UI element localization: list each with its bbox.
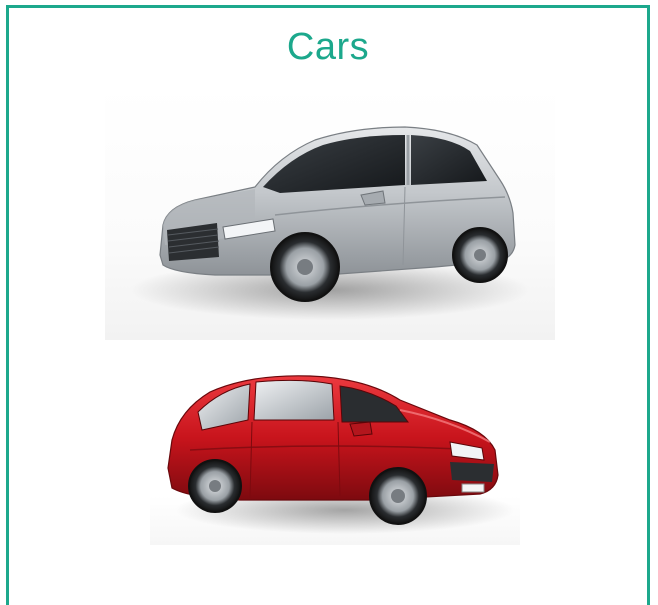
red-hatchback-photo — [150, 350, 520, 545]
red-hatchback-illustration — [167, 375, 515, 534]
page-title: Cars — [286, 26, 370, 68]
silver-sedan-illustration — [130, 126, 530, 320]
silver-sedan-photo — [105, 85, 555, 340]
